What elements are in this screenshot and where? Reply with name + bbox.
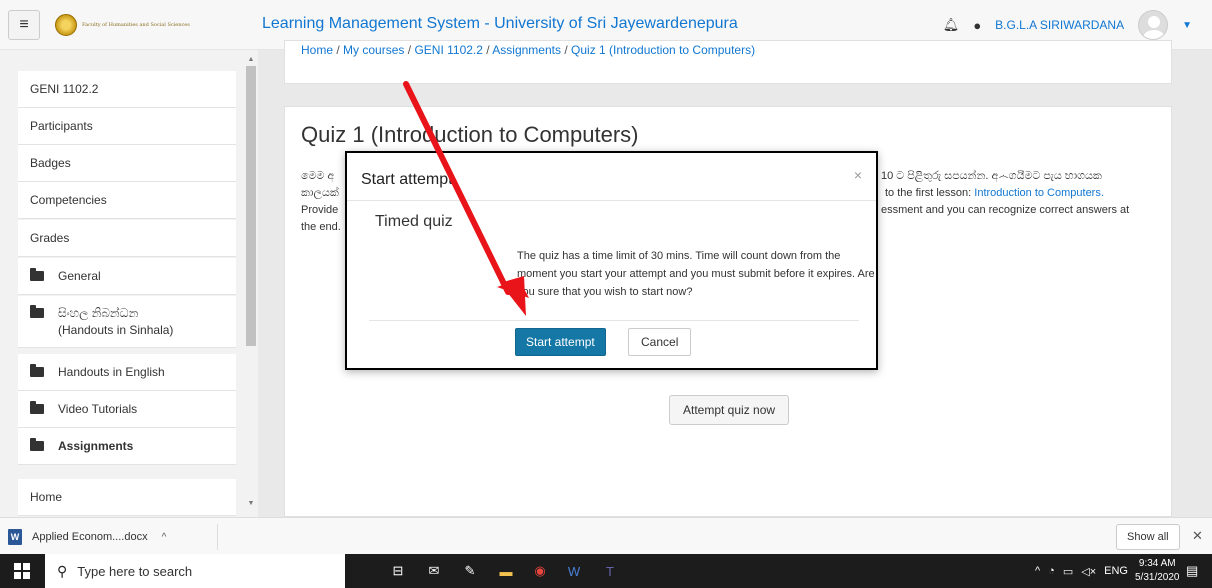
divider (369, 320, 859, 321)
notification-bell-icon[interactable]: 🔔︎ (943, 17, 960, 33)
start-attempt-modal: Start attempt × Timed quiz The quiz has … (345, 151, 878, 370)
drawer-item-label: Competencies (30, 193, 107, 207)
notifications-icon[interactable]: ▤ (1186, 563, 1198, 579)
drawer-item-label: Home (30, 490, 63, 504)
drawer-item-badges[interactable]: Badges (18, 145, 236, 182)
folder-icon (30, 305, 44, 318)
word-document-icon: W (8, 529, 22, 545)
mail-icon[interactable]: ✉ (424, 561, 444, 581)
drawer-item-label: Badges (30, 156, 71, 170)
messages-icon[interactable]: ● (973, 18, 981, 33)
start-attempt-button[interactable]: Start attempt (515, 328, 606, 356)
network-icon[interactable]: ◔ (1048, 565, 1055, 577)
drawer-item-label: සිංහල නිබන්ධන (Handouts in Sinhala) (58, 306, 174, 337)
battery-icon[interactable]: ▭ (1063, 565, 1073, 578)
folder-icon (30, 438, 44, 451)
scroll-up-icon[interactable]: ▲ (246, 56, 256, 63)
drawer-item-label: GENI 1102.2 (30, 82, 99, 96)
system-tray: ^ ◔ ▭ ◁× ENG (1035, 554, 1128, 588)
teams-icon[interactable]: T (600, 561, 620, 581)
drawer-item-label: Video Tutorials (58, 402, 138, 416)
taskbar-search-input[interactable]: ⚲ Type here to search (45, 554, 345, 588)
breadcrumb-item[interactable]: Quiz 1 (Introduction to Computers) (571, 43, 755, 57)
folder-icon (30, 268, 44, 281)
drawer-item-general[interactable]: General (18, 258, 236, 295)
menu-toggle-button[interactable]: ≡ (8, 10, 40, 40)
search-icon: ⚲ (57, 562, 68, 579)
avatar[interactable] (1138, 10, 1169, 40)
page-title: Quiz 1 (Introduction to Computers) (301, 122, 639, 147)
faculty-logo[interactable]: Faculty of Humanities and Social Science… (55, 12, 250, 38)
nav-drawer: GENI 1102.2 Participants Badges Competen… (0, 50, 258, 517)
drawer-item-course[interactable]: GENI 1102.2 (18, 71, 236, 108)
user-nav: 🔔︎ ● B.G.L.A SIRIWARDANA ▼ (943, 10, 1192, 40)
download-file-name: Applied Econom....docx (32, 531, 148, 543)
drawer-item-label: Assignments (58, 439, 134, 453)
intro-text: 10 ට පිළිතුරු සපයන්න. අ෴ගයීමට පැය භාගයක (881, 170, 1102, 182)
breadcrumb-item[interactable]: Home (301, 43, 333, 57)
clock-time: 9:34 AM (1138, 558, 1176, 569)
pen-icon[interactable]: ✎ (460, 561, 480, 581)
intro-text: the end. (301, 221, 341, 233)
file-explorer-icon[interactable]: ▬ (496, 561, 516, 581)
downloads-bar: W Applied Econom....docx ^ Show all ✕ (0, 517, 1212, 554)
breadcrumb-item[interactable]: My courses (343, 43, 404, 57)
intro-text: to the first lesson: (885, 187, 972, 199)
drawer-item-handouts-english[interactable]: Handouts in English (18, 354, 236, 391)
breadcrumb-item[interactable]: GENI 1102.2 (414, 43, 482, 57)
close-icon[interactable]: × (854, 167, 862, 183)
breadcrumb-item[interactable]: Assignments (492, 43, 561, 57)
intro-text: කාලයක් (301, 187, 339, 199)
chevron-up-icon[interactable]: ^ (162, 532, 167, 543)
drawer-item-grades[interactable]: Grades (18, 220, 236, 257)
folder-icon (30, 401, 44, 414)
site-name-link[interactable]: Learning Management System - University … (262, 15, 738, 33)
breadcrumb: Home / My courses / GENI 1102.2 / Assign… (301, 43, 756, 57)
task-view-icon[interactable]: ⊟ (388, 561, 408, 581)
drawer-item-handouts-sinhala[interactable]: සිංහල නිබන්ධන (Handouts in Sinhala) (18, 296, 236, 348)
drawer-item-home[interactable]: Home (18, 479, 236, 516)
scroll-down-icon[interactable]: ▼ (246, 500, 256, 507)
cancel-button[interactable]: Cancel (628, 328, 692, 356)
drawer-item-label: Participants (30, 119, 93, 133)
windows-start-icon[interactable] (14, 563, 30, 579)
university-seal-icon (55, 14, 77, 36)
drawer-item-label: Handouts in English (58, 365, 165, 379)
scroll-thumb[interactable] (246, 66, 256, 346)
drawer-item-label: Grades (30, 231, 70, 245)
modal-title: Start attempt (361, 171, 453, 188)
intro-text: මෙම අ (301, 170, 335, 182)
attempt-quiz-button[interactable]: Attempt quiz now (669, 395, 790, 425)
hamburger-icon: ≡ (19, 16, 29, 33)
drawer-item-video-tutorials[interactable]: Video Tutorials (18, 391, 236, 428)
drawer-scrollbar[interactable]: ▲ ▼ (246, 56, 256, 511)
download-item[interactable]: W Applied Econom....docx ^ (8, 524, 218, 550)
clock-date: 5/31/2020 (1135, 572, 1180, 583)
taskbar-clock[interactable]: 9:34 AM 5/31/2020 (1135, 557, 1180, 585)
chrome-icon[interactable]: ◉ (530, 561, 550, 581)
divider (347, 200, 876, 201)
intro-text: essment and you can recognize correct an… (881, 204, 1130, 216)
close-icon[interactable]: ✕ (1192, 528, 1203, 544)
lang-indicator[interactable]: ENG (1104, 565, 1128, 577)
breadcrumb-card: Home / My courses / GENI 1102.2 / Assign… (284, 40, 1172, 84)
show-all-button[interactable]: Show all (1116, 524, 1180, 550)
modal-body-text: The quiz has a time limit of 30 mins. Ti… (517, 250, 875, 298)
user-menu-caret-icon[interactable]: ▼ (1182, 20, 1192, 31)
drawer-item-competencies[interactable]: Competencies (18, 182, 236, 219)
folder-icon (30, 364, 44, 377)
timed-quiz-heading: Timed quiz (375, 213, 453, 230)
search-placeholder: Type here to search (77, 563, 193, 579)
user-name[interactable]: B.G.L.A SIRIWARDANA (995, 18, 1124, 32)
volume-icon[interactable]: ◁× (1081, 565, 1096, 578)
windows-taskbar: ⚲ Type here to search ⊟ ✉ ✎ ▬ ◉ W T ^ ◔ … (0, 554, 1212, 588)
chevron-up-icon[interactable]: ^ (1035, 565, 1040, 577)
drawer-item-label: General (58, 269, 101, 283)
drawer-item-assignments[interactable]: Assignments (18, 428, 236, 465)
intro-text: Provide (301, 204, 339, 216)
intro-link[interactable]: Introduction to Computers. (974, 187, 1104, 199)
drawer-item-participants[interactable]: Participants (18, 108, 236, 145)
logo-text: Faculty of Humanities and Social Science… (82, 22, 190, 28)
word-icon[interactable]: W (564, 561, 584, 581)
